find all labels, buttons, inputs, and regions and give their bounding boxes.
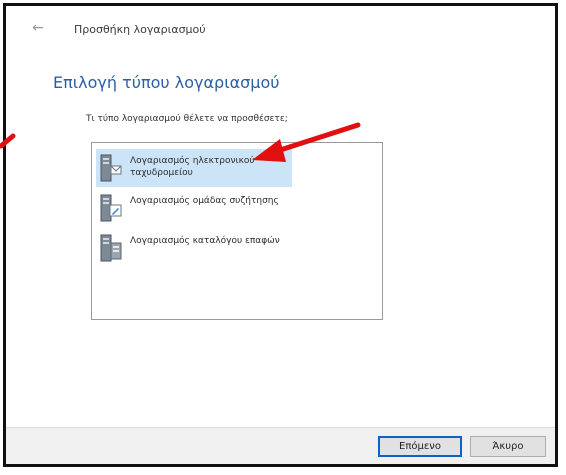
directory-account-icon xyxy=(100,234,122,262)
newsgroup-account-icon xyxy=(100,194,122,222)
next-button[interactable]: Επόμενο xyxy=(378,436,462,457)
account-type-label: Λογαριασμός καταλόγου επαφών xyxy=(130,236,280,246)
window-title: Προσθήκη λογαριασμού xyxy=(74,23,206,36)
dialog-footer: Επόμενο Άκυρο xyxy=(6,427,555,464)
account-type-label: Λογαριασμός ηλεκτρονικού ταχυδρομείου xyxy=(130,156,255,178)
account-type-prompt: Τι τύπο λογαριασμού θέλετε να προσθέσετε… xyxy=(86,114,288,124)
list-item-email-account[interactable]: Λογαριασμός ηλεκτρονικού ταχυδρομείου xyxy=(96,149,292,187)
list-item-newsgroup-account[interactable]: Λογαριασμός ομάδας συζήτησης xyxy=(96,189,292,227)
email-account-icon xyxy=(100,154,122,182)
account-type-list[interactable]: Λογαριασμός ηλεκτρονικού ταχυδρομείου Λο… xyxy=(91,142,383,320)
account-type-label: Λογαριασμός ομάδας συζήτησης xyxy=(130,196,279,206)
back-arrow-icon[interactable]: ← xyxy=(28,20,48,36)
page-heading: Επιλογή τύπου λογαριασμού xyxy=(53,73,280,92)
title-bar: ← Προσθήκη λογαριασμού xyxy=(6,6,555,48)
cancel-button[interactable]: Άκυρο xyxy=(470,436,546,457)
add-account-dialog: ← Προσθήκη λογαριασμού Επιλογή τύπου λογ… xyxy=(3,3,558,467)
list-item-directory-account[interactable]: Λογαριασμός καταλόγου επαφών xyxy=(96,229,292,267)
